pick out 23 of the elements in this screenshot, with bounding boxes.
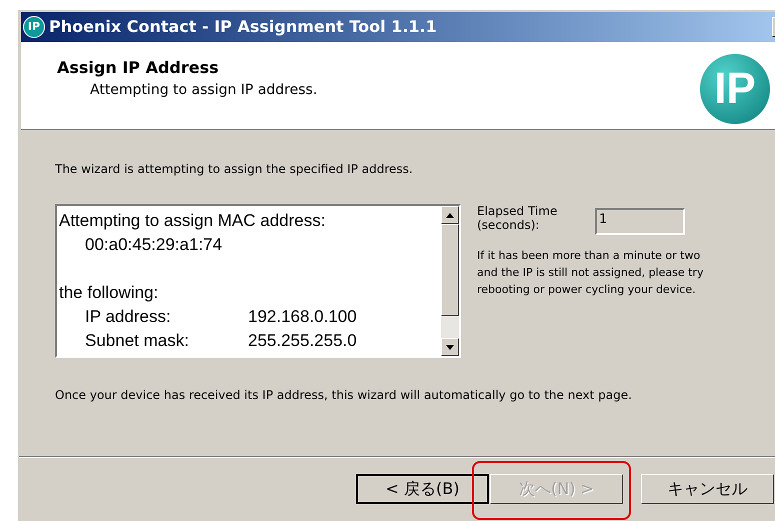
app-icon: IP xyxy=(23,16,45,38)
log-value: 255.255.255.0 xyxy=(248,330,357,352)
intro-text: The wizard is attempting to assign the specified IP address. xyxy=(55,161,414,178)
logo-icon: IP xyxy=(700,54,770,124)
log-line: the following: xyxy=(59,282,160,304)
elapsed-field[interactable]: 1 xyxy=(595,208,685,235)
elapsed-label: Elapsed Time (seconds): xyxy=(477,204,558,234)
help-text: If it has been more than a minute or two and the IP is still not assigned, please try rebooting or power cycling your device. xyxy=(477,248,704,298)
log-label: IP address: xyxy=(85,306,172,328)
log-label: Subnet mask: xyxy=(85,330,190,352)
scroll-up-icon[interactable] xyxy=(441,206,459,224)
log-value: 192.168.0.100 xyxy=(248,306,357,328)
header-subtitle: Attempting to assign IP address. xyxy=(89,81,318,100)
footer-note: Once your device has received its IP address, this wizard will automatically go to the next page. xyxy=(55,387,633,404)
cancel-button[interactable]: キャンセル xyxy=(641,474,774,504)
header-title: Assign IP Address xyxy=(57,57,220,79)
window-title: Phoenix Contact - IP Assignment Tool 1.1.1 xyxy=(49,16,437,38)
back-button[interactable]: < 戻る(B) xyxy=(356,474,489,504)
scroll-down-icon[interactable] xyxy=(441,338,459,356)
log-line: Attempting to assign MAC address: xyxy=(59,210,326,232)
scrollbar[interactable] xyxy=(441,206,459,356)
scroll-thumb[interactable] xyxy=(441,224,459,316)
log-line: 00:a0:45:29:a1:74 xyxy=(85,235,222,254)
